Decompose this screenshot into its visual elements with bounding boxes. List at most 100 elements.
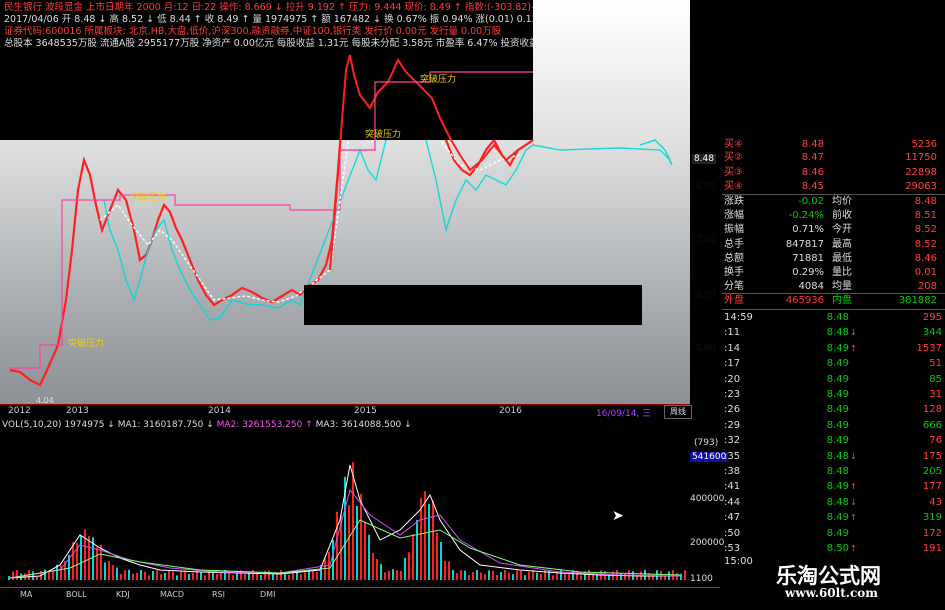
year-label: 2015 — [354, 406, 377, 416]
volume-bar — [412, 534, 414, 580]
volume-bar — [456, 573, 458, 580]
volume-bar — [248, 572, 250, 580]
volume-bar — [316, 571, 318, 580]
stat-row: 换手 0.29% 量比 0.01 — [722, 266, 945, 280]
tab-rsi[interactable]: RSI — [212, 590, 225, 599]
volume-bar — [472, 572, 474, 580]
trade-time: :29 — [724, 419, 741, 431]
volume-bar — [476, 570, 478, 580]
time-axis: 2012 2013 2014 2015 2016 — [0, 404, 690, 419]
volume-bar — [80, 535, 82, 580]
trade-flag: ↑ — [850, 513, 857, 523]
mouse-cursor-icon: ➤ — [612, 508, 624, 524]
redaction-box — [304, 285, 642, 325]
trade-row: :29 8.49 666 — [722, 418, 945, 433]
volume-bar — [620, 572, 622, 580]
stat-label: 量比 — [832, 267, 852, 278]
tab-ma[interactable]: MA — [20, 590, 32, 599]
tab-kdj[interactable]: KDJ — [116, 590, 130, 599]
stat-label: 前收 — [832, 210, 852, 222]
stat-value: 847817 — [785, 238, 824, 250]
volume-bar — [516, 570, 518, 580]
volume-bar — [216, 574, 218, 580]
volume-tag-1: (793) — [694, 438, 719, 448]
stat-label: 振幅 — [724, 224, 744, 236]
volume-bar — [436, 532, 438, 580]
outer-inner-row: 外盘 465936 内盘 381882 — [722, 294, 945, 308]
trade-row: :20 8.49 85 — [722, 372, 945, 387]
stat-value: -0.02 — [798, 196, 824, 207]
volume-bar — [504, 570, 506, 580]
volume-bar — [288, 574, 290, 580]
tab-boll[interactable]: BOLL — [66, 590, 87, 599]
volume-bar — [488, 570, 490, 580]
trade-qty: 43 — [929, 496, 942, 508]
stat-row: 总手 847817 最高 8.52 — [722, 238, 945, 252]
stat-label: 最低 — [832, 252, 852, 264]
trade-price: 8.49 — [826, 435, 849, 447]
trade-time: :32 — [724, 435, 741, 447]
trade-price: 8.48 — [826, 450, 849, 462]
volume-bar — [580, 575, 582, 580]
volume-bar — [444, 560, 446, 580]
period-week-button[interactable]: 周线 — [664, 405, 692, 419]
volume-bar — [108, 561, 110, 580]
volume-bar — [156, 570, 158, 580]
trade-qty: 175 — [922, 450, 942, 462]
volume-chart[interactable] — [0, 430, 690, 585]
outer-value: 465936 — [785, 295, 824, 306]
volume-bar — [128, 569, 130, 580]
stat-value: 0.29% — [792, 267, 824, 278]
tick-trades-list[interactable]: 14:59 8.48 295:11 8.48 ↓ 344:14 8.49 ↑ 1537:17 8.… — [722, 310, 945, 560]
trade-flag: ↑ — [850, 343, 857, 353]
tab-macd[interactable]: MACD — [160, 590, 184, 599]
break-label-1: 突破压力 — [68, 339, 105, 349]
stat-label: 换手 — [724, 267, 744, 278]
volume-bar — [148, 575, 150, 580]
stat-row: 振幅 0.71% 今开 8.52 — [722, 223, 945, 237]
volume-bar — [124, 570, 126, 580]
outer-label: 外盘 — [724, 295, 744, 306]
trade-close-time: 15:00 — [724, 556, 753, 567]
volume-bar — [12, 571, 14, 580]
trade-qty: 31 — [929, 389, 942, 400]
volume-bar — [188, 573, 190, 580]
volume-header: VOL(5,10,20) 1974975 ↓ MA1: 3160187.750 … — [2, 420, 412, 430]
tab-dmi[interactable]: DMI — [260, 590, 275, 599]
trade-row: :26 8.49 128 — [722, 402, 945, 417]
volume-bar — [8, 576, 10, 580]
volume-bar — [88, 535, 90, 580]
volume-indicator-name[interactable]: VOL(5,10,20) — [2, 420, 61, 430]
trade-row: :23 8.49 31 — [722, 387, 945, 402]
stat-value: 8.48 — [914, 196, 937, 207]
volume-value: 1974975 ↓ — [64, 420, 115, 430]
stat-row: 总额 71881 最低 8.46 — [722, 252, 945, 266]
volume-bar — [336, 511, 338, 580]
volume-bar — [268, 570, 270, 580]
volume-bar — [352, 462, 354, 580]
volume-bar — [676, 573, 678, 580]
trade-time: :14 — [724, 342, 741, 354]
year-label: 2012 — [8, 406, 31, 416]
volume-bar — [192, 572, 194, 580]
volume-bar — [552, 575, 554, 580]
trade-price: 8.49 — [826, 342, 849, 354]
trade-price: 8.48 — [826, 312, 849, 323]
trade-row: :17 8.49 51 — [722, 356, 945, 371]
volume-bar — [244, 574, 246, 580]
volume-bar — [540, 574, 542, 580]
stat-label: 最高 — [832, 238, 852, 250]
volume-bar — [72, 542, 74, 580]
volume-bar — [512, 574, 514, 580]
volume-bar — [468, 574, 470, 580]
volume-bar — [396, 569, 398, 580]
stat-value: -0.24% — [788, 210, 824, 222]
volume-bar — [280, 570, 282, 580]
trade-row: :44 8.48 ↓ 43 — [722, 495, 945, 510]
volume-bar — [464, 570, 466, 580]
trade-flag: ↓ — [850, 328, 857, 338]
volume-bar — [452, 570, 454, 580]
volume-bar — [416, 520, 418, 580]
year-label: 2014 — [208, 406, 231, 416]
volume-bar — [408, 552, 410, 580]
